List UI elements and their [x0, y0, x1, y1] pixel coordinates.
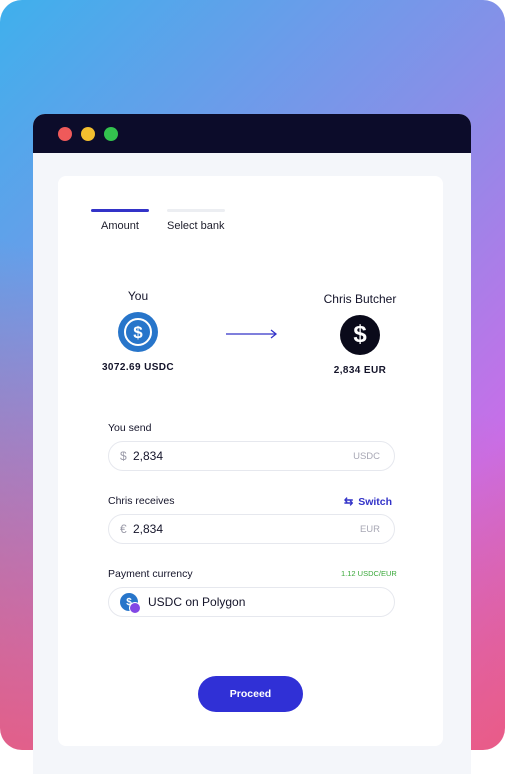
receive-label: Chris receives [108, 495, 175, 507]
euro-prefix: € [120, 522, 127, 536]
payment-currency-value: USDC on Polygon [148, 595, 246, 609]
sender-summary: You $ 3072.69 USDC [101, 289, 175, 373]
payment-currency-select[interactable]: $ USDC on Polygon [108, 587, 395, 617]
transfer-card: Amount Select bank You $ 3072.69 USDC Ch… [58, 176, 443, 746]
step-progress: Amount Select bank [91, 209, 231, 239]
receive-amount-input[interactable] [133, 522, 293, 536]
step-select-bank-indicator [167, 209, 225, 212]
usdc-coin-icon: $ [118, 312, 158, 352]
step-amount[interactable]: Amount [91, 209, 149, 232]
send-currency-unit: USDC [353, 451, 380, 462]
arrow-right-icon [226, 329, 278, 339]
switch-button[interactable]: ⇆ Switch [344, 495, 392, 508]
dollar-coin-icon: $ [340, 315, 380, 355]
proceed-button[interactable]: Proceed [198, 676, 303, 712]
recipient-summary: Chris Butcher $ 2,834 EUR [313, 292, 407, 376]
usdc-polygon-icon: $ [120, 593, 141, 614]
sender-balance: 3072.69 USDC [101, 362, 175, 373]
payment-currency-label: Payment currency [108, 568, 193, 580]
close-window-button[interactable] [58, 127, 72, 141]
maximize-window-button[interactable] [104, 127, 118, 141]
exchange-rate: 1.12 USDC/EUR [341, 569, 397, 578]
dollar-prefix: $ [120, 449, 127, 463]
window-titlebar [33, 114, 471, 153]
switch-label: Switch [358, 496, 393, 508]
receive-currency-unit: EUR [359, 524, 380, 535]
swap-icon: ⇆ [344, 496, 354, 508]
send-label: You send [108, 422, 152, 434]
send-amount-field[interactable]: $ USDC [108, 441, 395, 471]
recipient-name: Chris Butcher [323, 292, 397, 306]
receive-amount-field[interactable]: € EUR [108, 514, 395, 544]
step-select-bank-label: Select bank [167, 220, 225, 232]
app-window: Amount Select bank You $ 3072.69 USDC Ch… [33, 114, 471, 774]
minimize-window-button[interactable] [81, 127, 95, 141]
step-amount-indicator [91, 209, 149, 212]
sender-name: You [127, 289, 149, 303]
step-amount-label: Amount [101, 220, 139, 232]
send-amount-input[interactable] [133, 449, 293, 463]
step-select-bank[interactable]: Select bank [167, 209, 225, 232]
recipient-amount: 2,834 EUR [333, 365, 387, 376]
